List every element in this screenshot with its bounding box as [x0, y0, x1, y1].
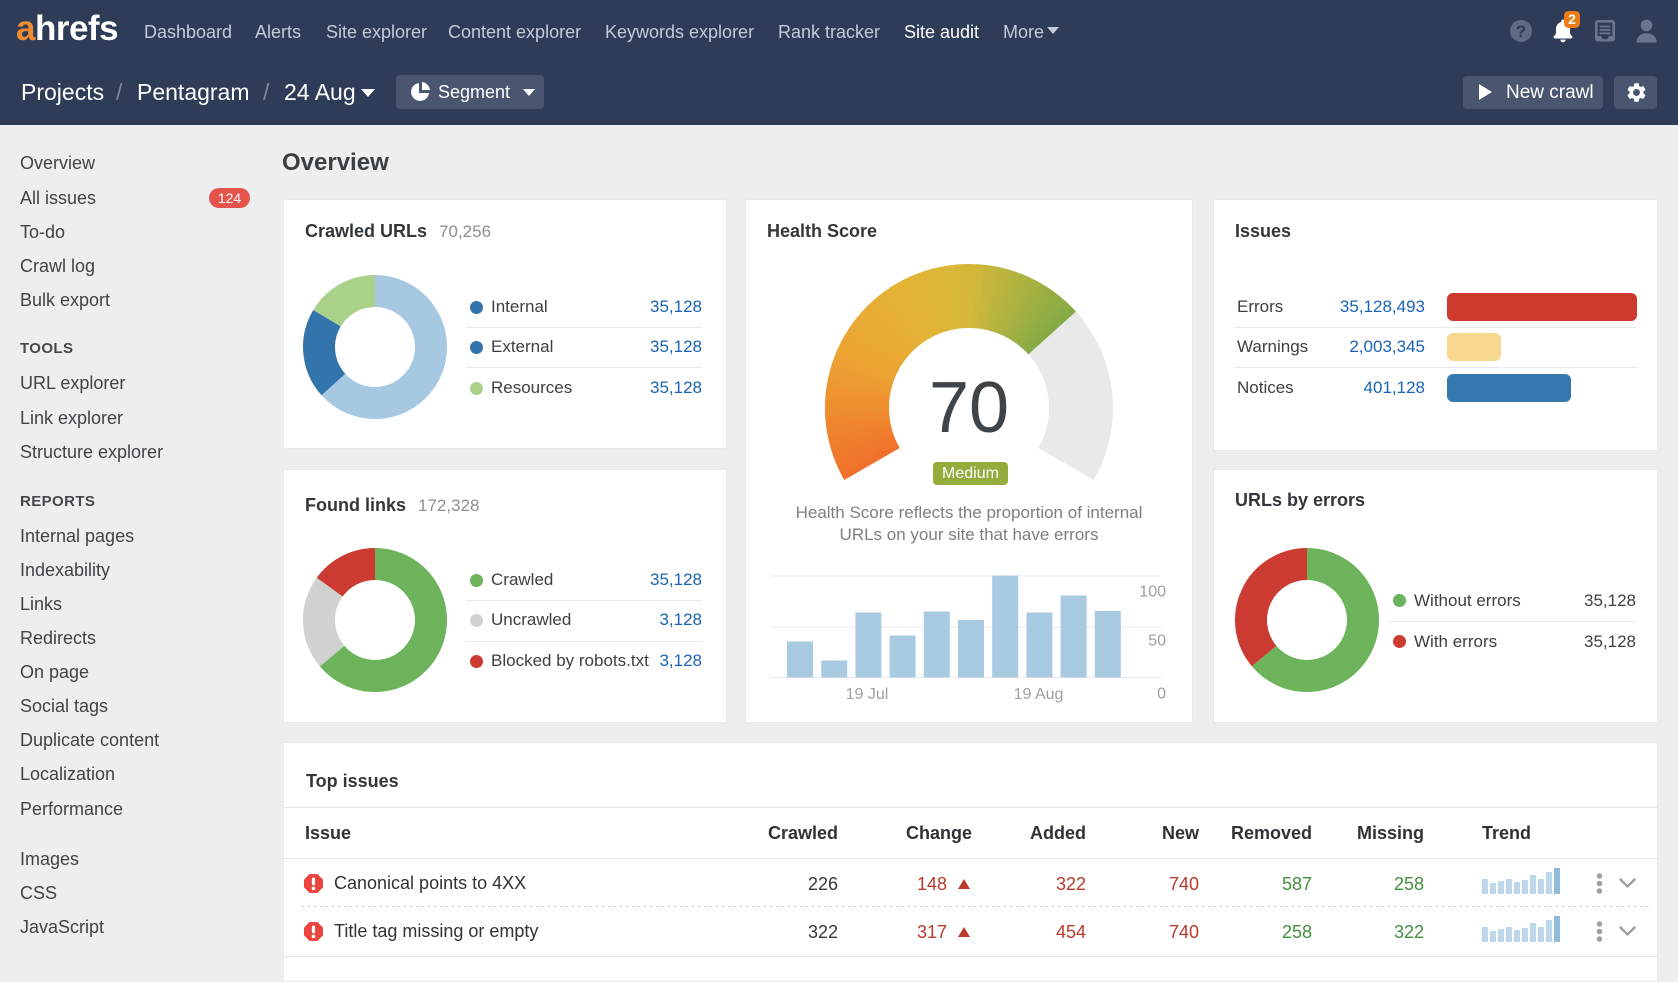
svg-text:19 Jul: 19 Jul: [846, 686, 889, 703]
svg-text:50: 50: [1148, 633, 1166, 650]
svg-text:?: ?: [1516, 22, 1526, 41]
svg-text:100: 100: [1139, 584, 1166, 601]
svg-text:19 Aug: 19 Aug: [1014, 686, 1064, 703]
svg-text:0: 0: [1157, 686, 1166, 703]
